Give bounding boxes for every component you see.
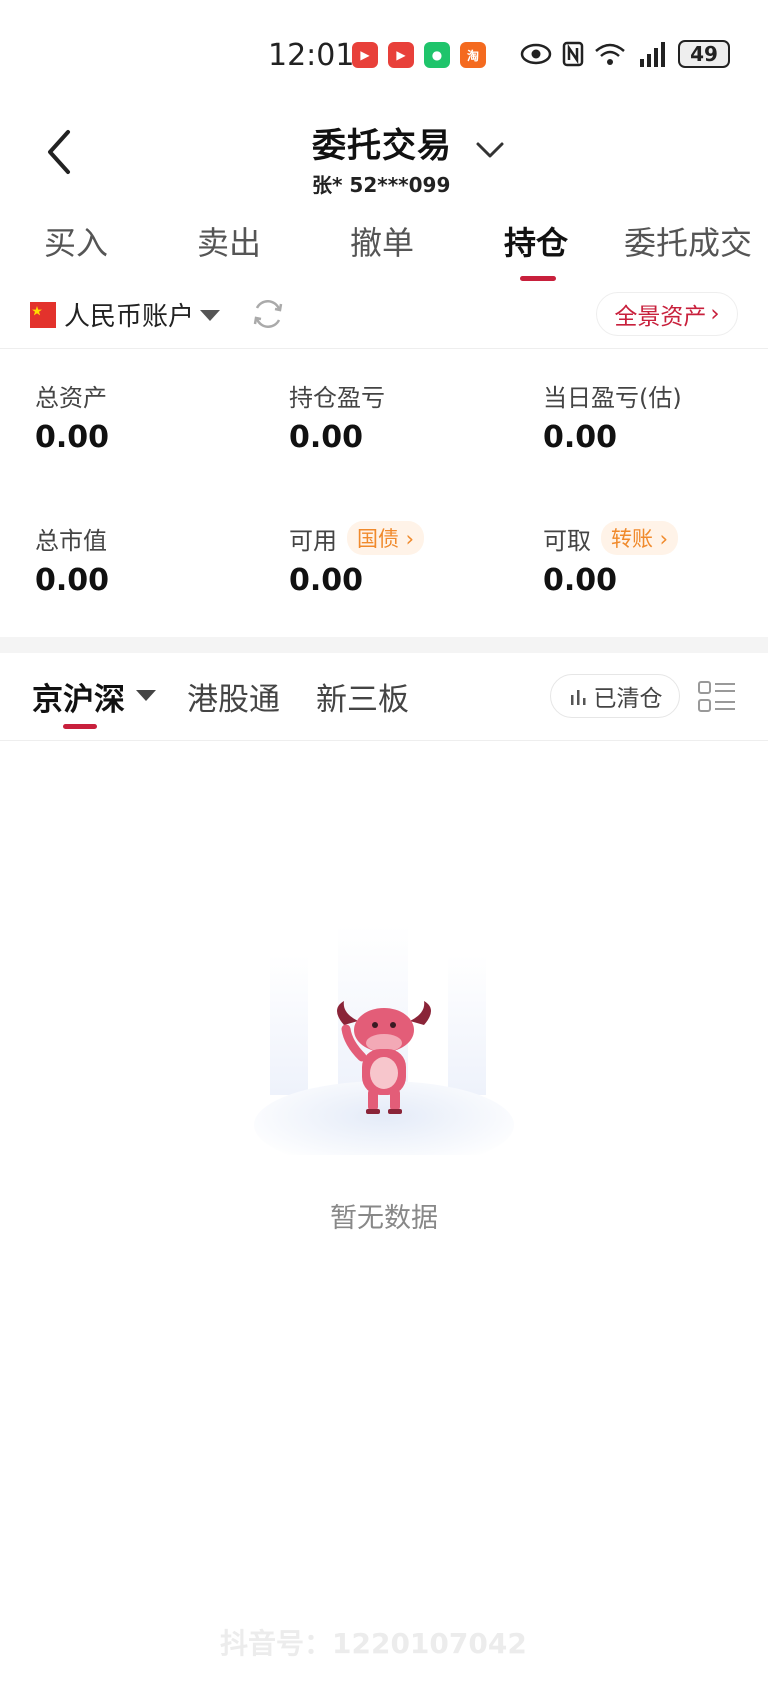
active-tab-indicator	[520, 276, 556, 281]
total-assets-value: 0.00	[35, 420, 110, 455]
back-icon[interactable]	[40, 124, 84, 180]
tab-cancel[interactable]: 撤单	[350, 218, 414, 264]
daily-pnl-label: 当日盈亏(估)	[543, 383, 682, 412]
bar-chart-icon	[570, 690, 585, 705]
page-title: 委托交易	[312, 126, 452, 166]
empty-state-message: 暂无数据	[330, 1203, 438, 1234]
caret-down-icon[interactable]	[200, 310, 220, 321]
notification-icons: ▶ ▶ ● 淘	[352, 42, 486, 68]
tab-buy[interactable]: 买入	[44, 218, 108, 264]
list-view-icon[interactable]	[698, 680, 736, 714]
tab-a-shares[interactable]: 京沪深	[32, 674, 125, 719]
signal-icon	[640, 42, 665, 67]
china-flag-icon	[30, 302, 56, 328]
account-row: 人民币账户 全景资产 ›	[0, 290, 768, 350]
watermark: 抖音号：1220107042	[220, 1627, 527, 1660]
market-tabs: 京沪深 港股通 新三板 已清仓	[0, 660, 768, 740]
status-time: 12:01	[268, 38, 355, 73]
video-app-icon: ▶	[352, 42, 378, 68]
withdrawable-value: 0.00	[543, 563, 618, 598]
wechat-icon: ●	[424, 42, 450, 68]
daily-pnl: 当日盈亏(估) 0.00	[543, 378, 682, 456]
asset-summary: 总资产 0.00 持仓盈亏 0.00 当日盈亏(估) 0.00 总市值 0.00…	[0, 370, 768, 630]
cleared-positions-label: 已清仓	[593, 686, 663, 712]
refresh-icon[interactable]	[250, 296, 286, 332]
main-tabs: 买入 卖出 撤单 持仓 委托成交	[0, 212, 768, 282]
available-label: 可用	[289, 526, 337, 555]
total-assets: 总资产 0.00	[35, 378, 110, 456]
section-separator	[0, 637, 768, 653]
tab-neeq[interactable]: 新三板	[316, 674, 409, 719]
chevron-right-icon: ›	[710, 301, 720, 327]
withdrawable-label: 可取	[543, 526, 591, 555]
position-pnl-value: 0.00	[289, 420, 364, 455]
transfer-button[interactable]: 转账 ›	[601, 521, 679, 555]
chevron-down-icon[interactable]	[474, 138, 506, 162]
cleared-positions-button[interactable]: 已清仓	[550, 674, 680, 718]
position-pnl-label: 持仓盈亏	[289, 383, 385, 412]
caret-down-icon[interactable]	[136, 690, 156, 701]
market-value-value: 0.00	[35, 563, 110, 598]
available-funds: 可用 国债 › 0.00	[289, 521, 425, 598]
position-pnl: 持仓盈亏 0.00	[289, 378, 385, 456]
overview-assets-button[interactable]: 全景资产 ›	[596, 292, 738, 336]
active-market-indicator	[63, 724, 97, 729]
wifi-icon	[595, 43, 625, 65]
title-block[interactable]: 委托交易 张* 52***099	[312, 118, 492, 198]
account-id: 张* 52***099	[312, 173, 451, 197]
daily-pnl-value: 0.00	[543, 420, 618, 455]
taobao-icon: 淘	[460, 42, 486, 68]
treasury-bond-button[interactable]: 国债 ›	[347, 521, 425, 555]
tab-orders[interactable]: 委托成交	[624, 218, 752, 264]
currency-account-selector[interactable]: 人民币账户	[64, 296, 194, 333]
system-icons: 49	[520, 40, 730, 68]
header: 委托交易 张* 52***099	[0, 110, 768, 202]
nfc-icon	[562, 41, 584, 67]
divider	[0, 740, 768, 741]
market-value: 总市值 0.00	[35, 521, 110, 599]
tab-positions[interactable]: 持仓	[504, 218, 568, 264]
withdrawable-funds: 可取 转账 › 0.00	[543, 521, 679, 598]
tab-hk-connect[interactable]: 港股通	[187, 674, 280, 719]
overview-assets-label: 全景资产	[614, 304, 707, 330]
market-value-label: 总市值	[35, 526, 107, 555]
available-value: 0.00	[289, 563, 364, 598]
battery-icon: 49	[678, 40, 730, 68]
video-app-icon: ▶	[388, 42, 414, 68]
eye-icon	[520, 43, 552, 65]
bull-mascot-illustration	[254, 925, 514, 1155]
tab-sell[interactable]: 卖出	[197, 218, 261, 264]
status-bar: 12:01 ▶ ▶ ● 淘 49	[0, 0, 768, 110]
total-assets-label: 总资产	[35, 383, 107, 412]
divider	[0, 348, 768, 349]
